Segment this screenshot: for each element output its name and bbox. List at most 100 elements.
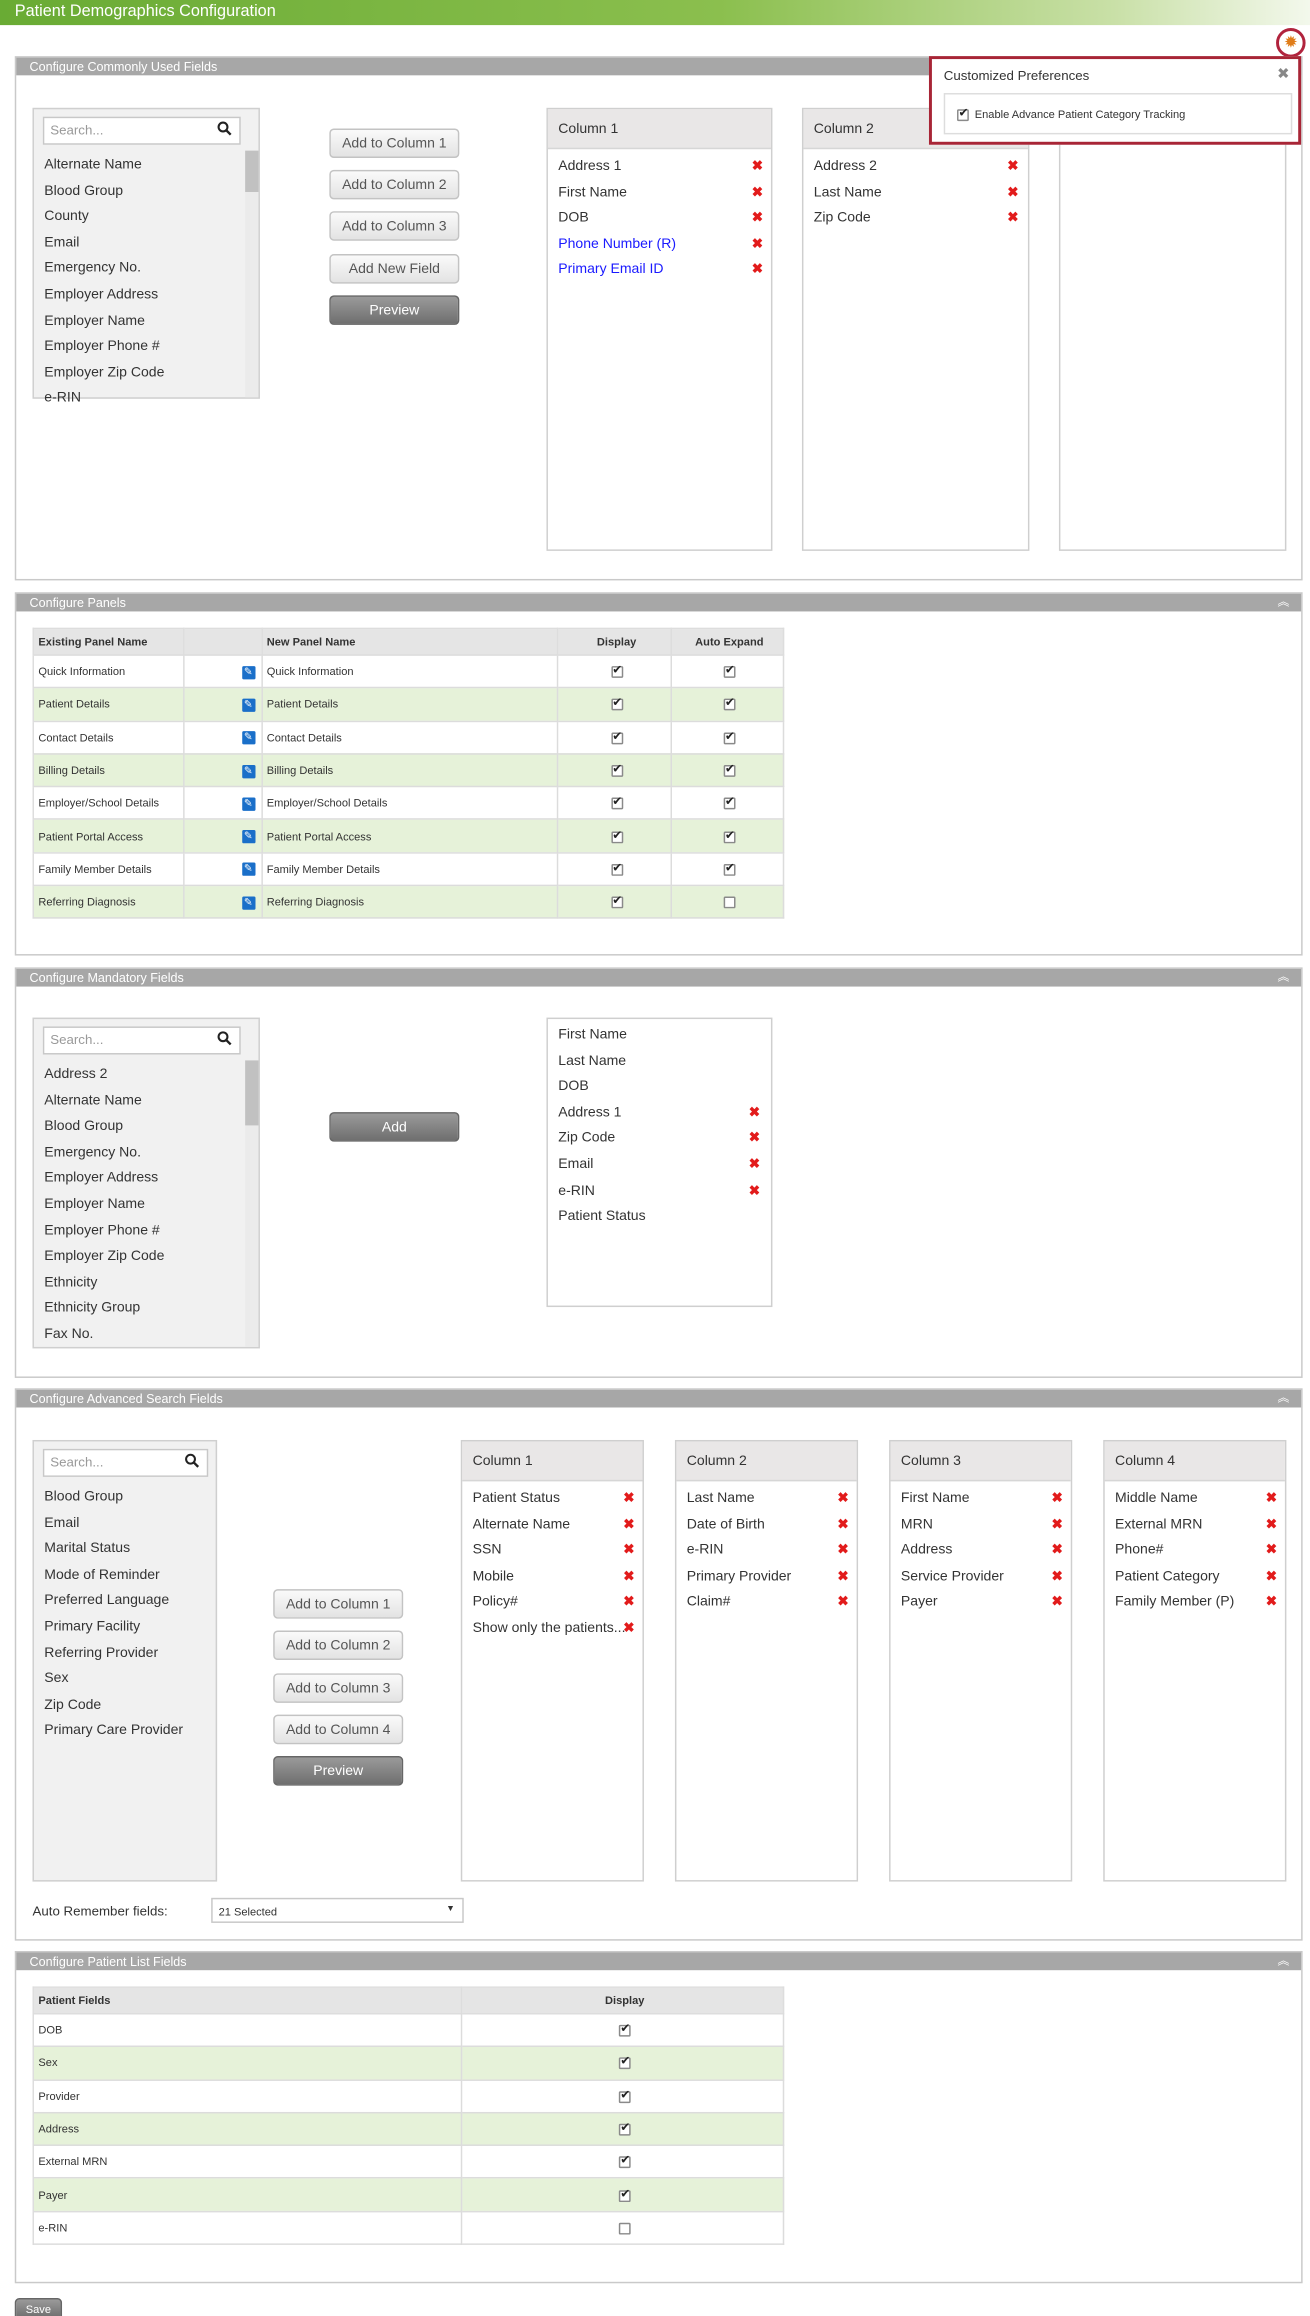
remove-icon[interactable]: ✖ [837,1543,848,1557]
list-item[interactable]: Ethnicity [44,1274,97,1290]
display-checkbox[interactable] [610,828,623,843]
edit-icon[interactable]: ✎ [241,764,255,778]
remove-icon[interactable]: ✖ [749,1131,760,1145]
save-button[interactable]: Save [14,2298,63,2316]
remove-icon[interactable]: ✖ [837,1569,848,1583]
column-item[interactable]: Last Name [814,184,882,200]
remove-icon[interactable]: ✖ [1007,185,1018,198]
search-icon[interactable] [217,121,232,136]
column-item[interactable]: Alternate Name [473,1516,570,1532]
auto-expand-checkbox[interactable] [723,696,736,712]
advanced-search-input[interactable]: Search... [42,1448,209,1477]
adv-add-to-column-3-button[interactable]: Add to Column 3 [273,1673,404,1703]
list-item[interactable]: Email [44,235,79,251]
list-item[interactable]: Alternate Name [44,157,141,173]
remove-icon[interactable]: ✖ [623,1595,634,1609]
search-icon[interactable] [217,1031,232,1046]
remove-icon[interactable]: ✖ [1266,1517,1277,1531]
remove-icon[interactable]: ✖ [1266,1491,1277,1505]
list-item[interactable]: Employer Zip Code [44,364,164,380]
column-item[interactable]: Claim# [687,1594,731,1610]
selected-field[interactable]: Email [558,1156,593,1172]
auto-expand-checkbox[interactable] [723,828,736,843]
selected-field[interactable]: Address 1 [558,1104,621,1120]
display-checkbox[interactable] [618,2121,631,2136]
display-checkbox[interactable] [618,2154,631,2169]
list-item[interactable]: Employer Phone # [44,338,159,354]
remove-icon[interactable]: ✖ [1052,1517,1063,1531]
remove-icon[interactable]: ✖ [1266,1543,1277,1557]
column-item[interactable]: Payer [901,1594,938,1610]
display-checkbox[interactable] [610,729,623,744]
list-item[interactable]: Zip Code [44,1697,101,1713]
remove-icon[interactable]: ✖ [1266,1595,1277,1609]
column-item[interactable]: Show only the patients... [473,1620,626,1636]
close-icon[interactable]: ✖ [1277,66,1289,82]
list-item[interactable]: Marital Status [44,1541,130,1557]
selected-field[interactable]: Last Name [558,1052,626,1068]
column-item[interactable]: Primary Provider [687,1568,791,1584]
remove-icon[interactable]: ✖ [837,1491,848,1505]
remove-icon[interactable]: ✖ [1052,1491,1063,1505]
display-checkbox[interactable] [610,696,623,712]
column-item[interactable]: Last Name [687,1490,755,1506]
list-item[interactable]: Email [44,1515,79,1531]
remove-icon[interactable]: ✖ [1266,1569,1277,1583]
list-item[interactable]: e-RIN [44,390,81,406]
list-item[interactable]: Referring Provider [44,1645,158,1661]
scrollbar-thumb[interactable] [245,1060,259,1126]
adv-preview-button[interactable]: Preview [273,1756,404,1786]
display-checkbox[interactable] [610,663,623,679]
column-item[interactable]: Zip Code [814,210,871,226]
add-to-column-1-button[interactable]: Add to Column 1 [329,128,460,159]
edit-icon[interactable]: ✎ [241,896,255,910]
collapse-icon[interactable]: ︽ [1278,594,1290,612]
list-item[interactable]: Mode of Reminder [44,1567,159,1583]
remove-icon[interactable]: ✖ [837,1595,848,1609]
search-icon[interactable] [185,1453,200,1468]
scrollbar[interactable] [245,1060,259,1347]
adv-add-to-column-4-button[interactable]: Add to Column 4 [273,1714,404,1745]
advance-category-checkbox[interactable] [957,106,969,122]
column-item[interactable]: Phone# [1115,1542,1163,1558]
display-checkbox[interactable] [610,795,623,810]
preferences-gear-button[interactable]: ✹ [1276,28,1306,58]
remove-icon[interactable]: ✖ [623,1569,634,1583]
selected-field[interactable]: Zip Code [558,1130,615,1146]
remove-icon[interactable]: ✖ [837,1517,848,1531]
display-checkbox[interactable] [618,2055,631,2070]
selected-field[interactable]: DOB [558,1078,588,1094]
remove-icon[interactable]: ✖ [623,1491,634,1505]
collapse-icon[interactable]: ︽ [1278,969,1290,987]
preview-button[interactable]: Preview [329,295,460,325]
list-item[interactable]: Fax No. [44,1326,93,1342]
display-checkbox[interactable] [610,861,623,876]
display-checkbox[interactable] [610,762,623,777]
column-item[interactable]: Phone Number (R) [558,236,676,252]
add-mandatory-button[interactable]: Add [329,1112,460,1142]
display-checkbox[interactable] [618,2088,631,2103]
column-item[interactable]: Date of Birth [687,1516,765,1532]
display-checkbox[interactable] [618,2187,631,2202]
edit-icon[interactable]: ✎ [241,863,255,877]
list-item[interactable]: Sex [44,1671,68,1687]
common-search-input[interactable]: Search... [42,116,241,145]
edit-icon[interactable]: ✎ [241,797,255,811]
column-item[interactable]: Address [901,1542,952,1558]
list-item[interactable]: Emergency No. [44,261,141,277]
edit-icon[interactable]: ✎ [241,698,255,712]
scrollbar-thumb[interactable] [245,150,259,192]
remove-icon[interactable]: ✖ [752,211,763,224]
column-item[interactable]: Service Provider [901,1568,1004,1584]
remove-icon[interactable]: ✖ [1007,211,1018,224]
remove-icon[interactable]: ✖ [752,185,763,198]
column-item[interactable]: Patient Category [1115,1568,1220,1584]
list-item[interactable]: Employer Address [44,287,158,303]
collapse-icon[interactable]: ︽ [1278,1390,1290,1408]
auto-expand-checkbox[interactable] [723,896,736,909]
column-item[interactable]: SSN [473,1542,502,1558]
remove-icon[interactable]: ✖ [1052,1543,1063,1557]
remove-icon[interactable]: ✖ [1052,1569,1063,1583]
auto-expand-checkbox[interactable] [723,663,736,679]
remove-icon[interactable]: ✖ [749,1157,760,1171]
